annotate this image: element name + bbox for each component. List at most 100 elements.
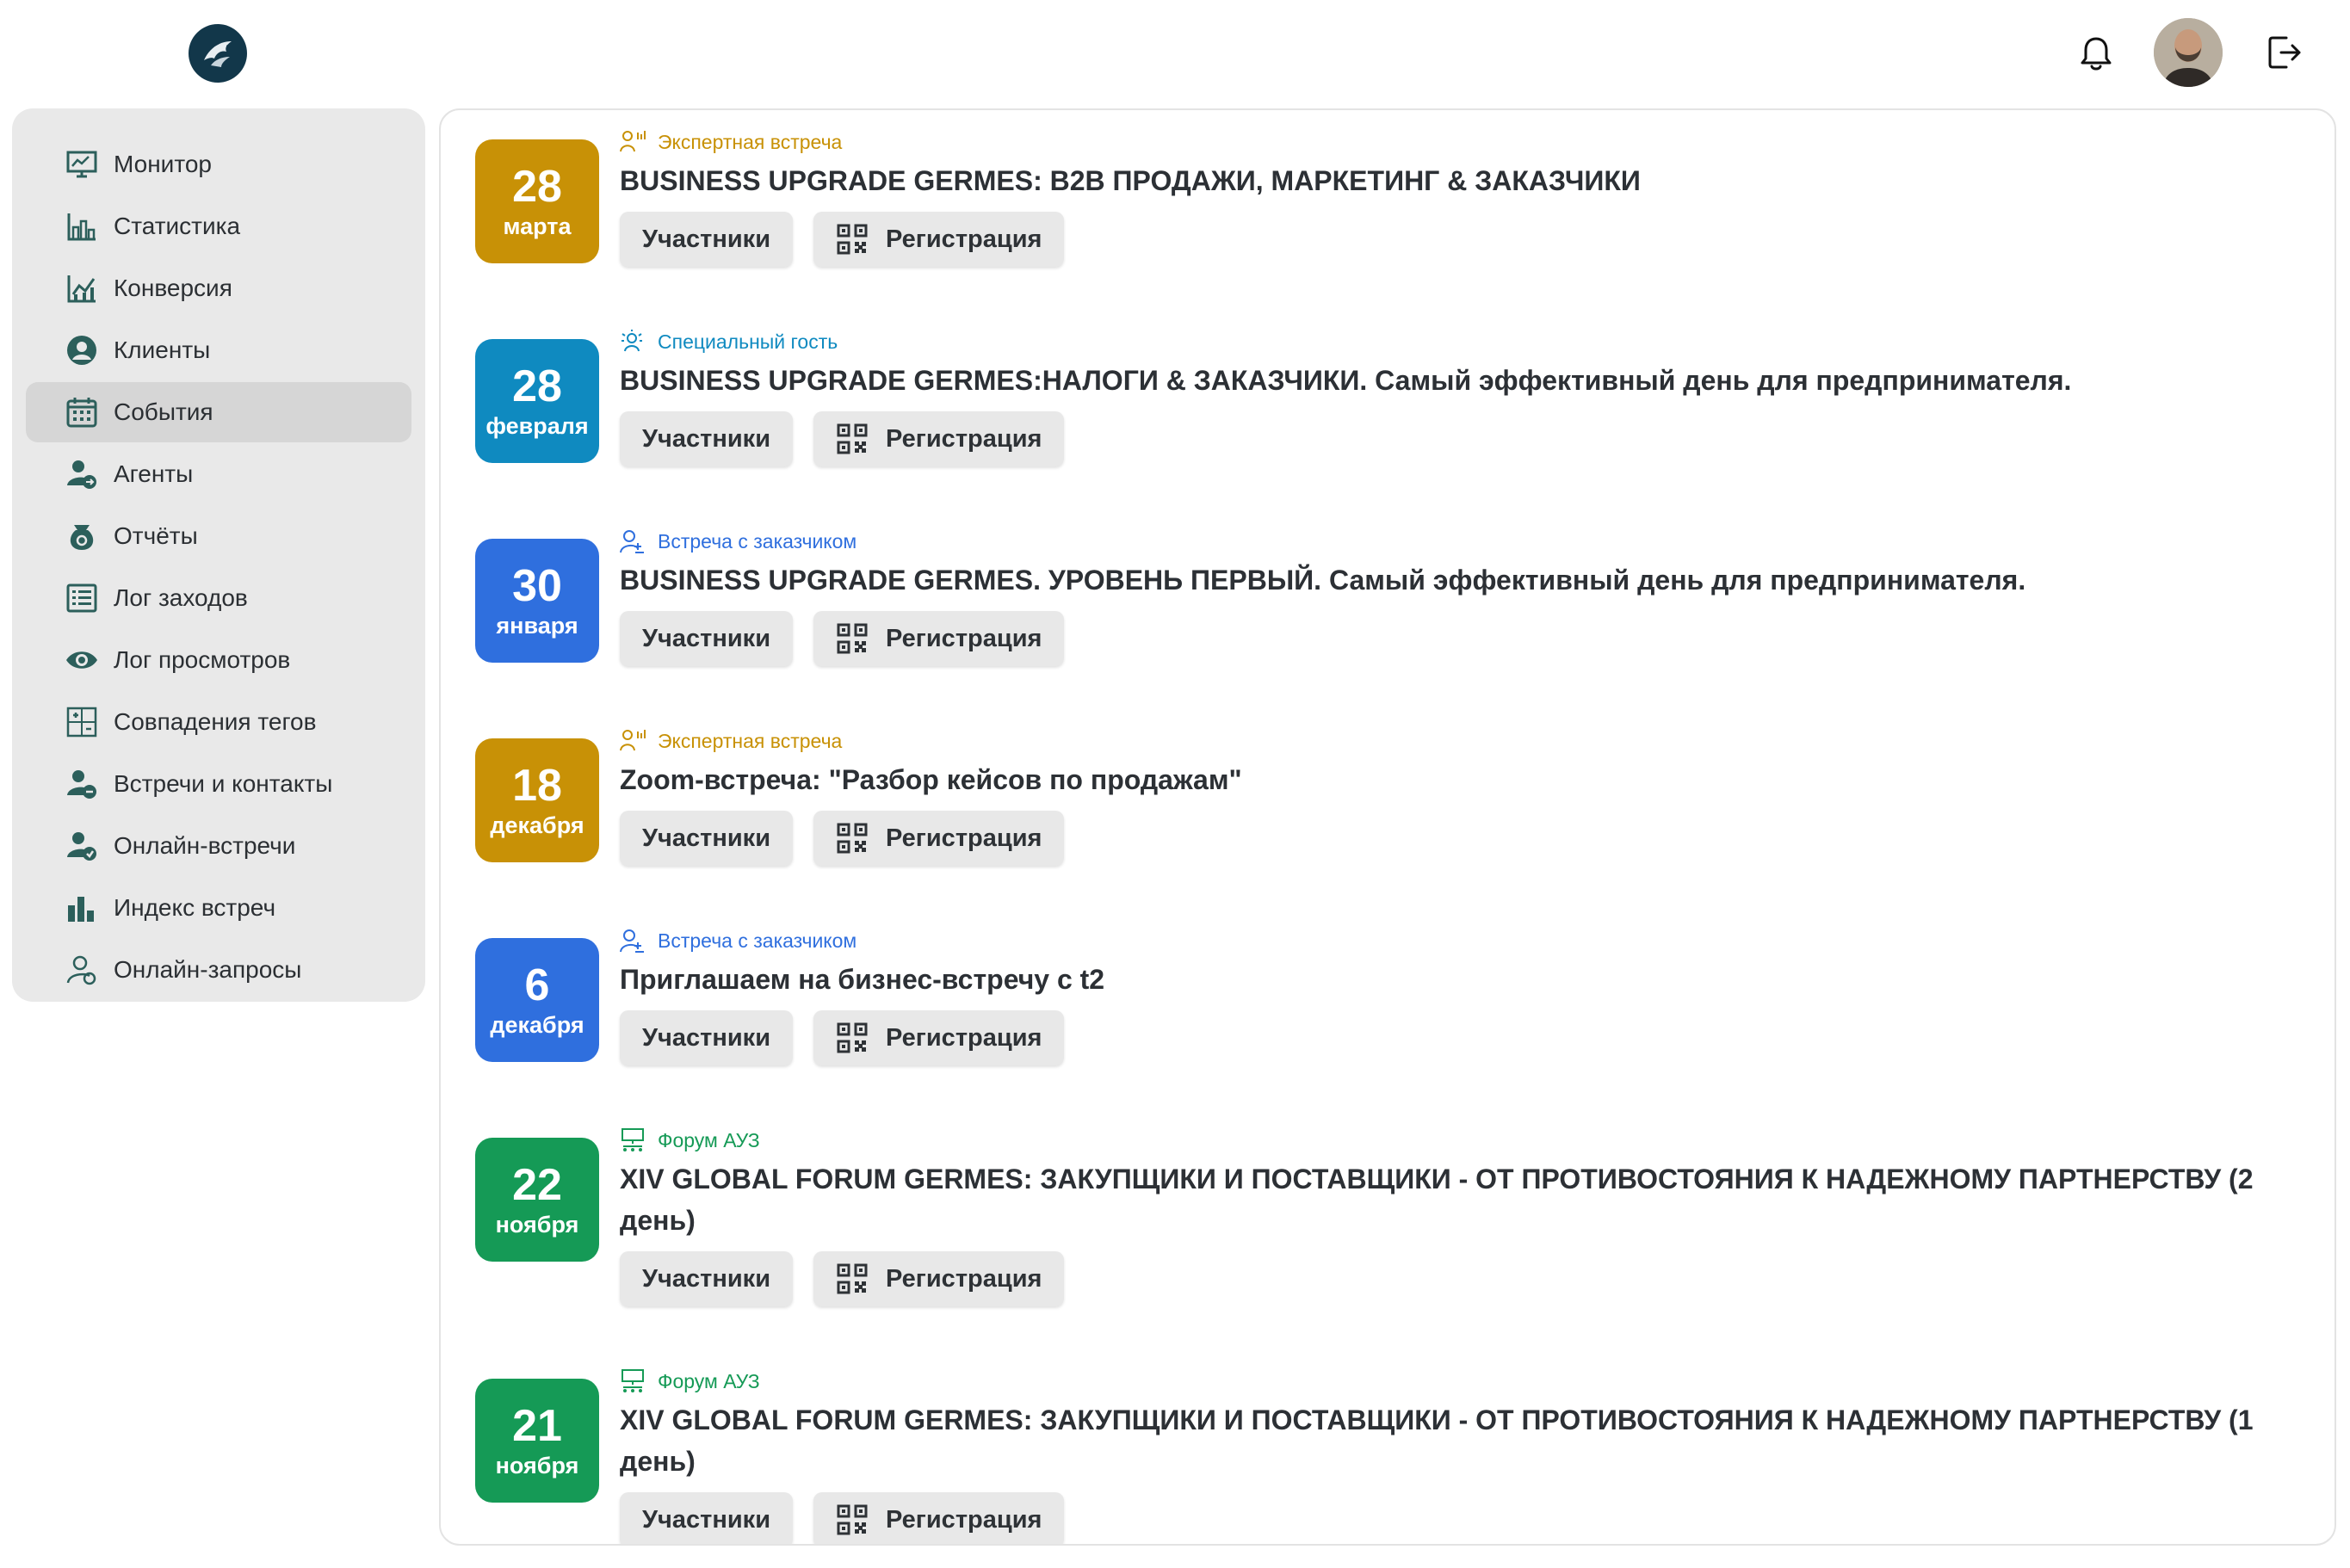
participants-button[interactable]: Участники xyxy=(620,1492,794,1544)
participants-button-label: Участники xyxy=(642,824,771,852)
event-type-label: Форум АУЗ xyxy=(658,1128,760,1151)
event-date-badge[interactable]: 30 января xyxy=(475,539,599,663)
registration-button-label: Регистрация xyxy=(886,1264,1042,1293)
top-bar xyxy=(0,0,2350,108)
participants-button[interactable]: Участники xyxy=(620,811,794,866)
expert-icon xyxy=(620,129,646,155)
sidebar-item-label: Встречи и контакты xyxy=(114,770,333,797)
participants-button[interactable]: Участники xyxy=(620,1010,794,1065)
sidebar-item-label: Лог заходов xyxy=(114,584,248,611)
registration-button[interactable]: Регистрация xyxy=(813,212,1065,267)
qr-code-icon xyxy=(836,1503,869,1536)
event-actions: Участники Регистрация xyxy=(620,411,2316,466)
event-body: Экспертная встреча BUSINESS UPGRADE GERME… xyxy=(620,127,2316,267)
sidebar-item-label: Отчёты xyxy=(114,522,198,549)
event-title[interactable]: BUSINESS UPGRADE GERMES: B2B ПРОДАЖИ, МА… xyxy=(620,160,2316,201)
registration-button[interactable]: Регистрация xyxy=(813,1251,1065,1306)
sidebar-item-4[interactable]: Клиенты xyxy=(26,320,411,380)
event-type: Форум АУЗ xyxy=(620,1126,2316,1155)
registration-button[interactable]: Регистрация xyxy=(813,611,1065,666)
sidebar-item-6[interactable]: Агенты xyxy=(26,444,411,504)
event-type-label: Встреча с заказчиком xyxy=(658,929,857,952)
event-type: Специальный гость xyxy=(620,327,2316,356)
registration-button[interactable]: Регистрация xyxy=(813,811,1065,866)
sidebar-item-5[interactable]: События xyxy=(26,382,411,442)
meetings-icon xyxy=(64,766,100,802)
participants-button[interactable]: Участники xyxy=(620,212,794,267)
participants-button[interactable]: Участники xyxy=(620,411,794,466)
sidebar-item-7[interactable]: Отчёты xyxy=(26,506,411,566)
participants-button[interactable]: Участники xyxy=(620,611,794,666)
event-body: Форум АУЗ XIV GLOBAL FORUM GERMES: ЗАКУПЩ… xyxy=(620,1367,2316,1544)
event-title[interactable]: BUSINESS UPGRADE GERMES:НАЛОГИ & ЗАКАЗЧИ… xyxy=(620,360,2316,401)
sidebar-item-8[interactable]: Лог заходов xyxy=(26,568,411,628)
avatar[interactable] xyxy=(2154,18,2223,87)
sidebar: Монитор Статистика Конверсия Клиенты События… xyxy=(12,108,425,1002)
germes-logo-icon[interactable] xyxy=(189,24,247,83)
event-month: января xyxy=(496,612,578,639)
event-title[interactable]: XIV GLOBAL FORUM GERMES: ЗАКУПЩИКИ И ПОС… xyxy=(620,1158,2316,1241)
event-date-badge[interactable]: 28 февраля xyxy=(475,339,599,463)
bell-icon[interactable] xyxy=(2076,33,2116,74)
event-title[interactable]: Zoom-встреча: "Разбор кейсов по продажам… xyxy=(620,759,2316,800)
event-date-badge[interactable]: 6 декабря xyxy=(475,938,599,1062)
logout-icon[interactable] xyxy=(2264,31,2305,74)
event-title[interactable]: BUSINESS UPGRADE GERMES. УРОВЕНЬ ПЕРВЫЙ.… xyxy=(620,559,2316,601)
events-list: 28 марта Экспертная встреча BUSINESS UPGRAD… xyxy=(439,108,2336,1546)
online-requests-icon xyxy=(64,952,100,988)
participants-button[interactable]: Участники xyxy=(620,1251,794,1306)
registration-button[interactable]: Регистрация xyxy=(813,1010,1065,1065)
event-date-badge[interactable]: 22 ноября xyxy=(475,1138,599,1262)
event-date-badge[interactable]: 18 декабря xyxy=(475,738,599,862)
event-type-label: Встреча с заказчиком xyxy=(658,529,857,553)
sidebar-item-label: Агенты xyxy=(114,460,194,487)
client-meeting-icon xyxy=(620,528,646,554)
statistics-icon xyxy=(64,208,100,244)
eye-icon xyxy=(64,642,100,678)
event-actions: Участники Регистрация xyxy=(620,1251,2316,1306)
sidebar-item-label: Конверсия xyxy=(114,275,232,301)
registration-button[interactable]: Регистрация xyxy=(813,1492,1065,1544)
conversion-icon xyxy=(64,270,100,306)
event-title[interactable]: Приглашаем на бизнес-встречу с t2 xyxy=(620,959,2316,1000)
sidebar-item-9[interactable]: Лог просмотров xyxy=(26,630,411,690)
event-type: Экспертная встреча xyxy=(620,726,2316,756)
sidebar-item-13[interactable]: Индекс встреч xyxy=(26,878,411,938)
qr-code-icon xyxy=(836,223,869,256)
event-body: Встреча с заказчиком Приглашаем на бизнес… xyxy=(620,926,2316,1065)
registration-button-label: Регистрация xyxy=(886,1023,1042,1052)
event-date-badge[interactable]: 28 марта xyxy=(475,139,599,263)
sidebar-item-11[interactable]: Встречи и контакты xyxy=(26,754,411,814)
monitor-icon xyxy=(64,146,100,182)
sidebar-item-3[interactable]: Конверсия xyxy=(26,258,411,318)
event-actions: Участники Регистрация xyxy=(620,1492,2316,1544)
event-type-label: Экспертная встреча xyxy=(658,729,843,752)
participants-button-label: Участники xyxy=(642,1505,771,1534)
event-title[interactable]: XIV GLOBAL FORUM GERMES: ЗАКУПЩИКИ И ПОС… xyxy=(620,1399,2316,1482)
sidebar-item-12[interactable]: Онлайн-встречи xyxy=(26,816,411,876)
sidebar-item-2[interactable]: Статистика xyxy=(26,196,411,256)
event-date-badge[interactable]: 21 ноября xyxy=(475,1379,599,1503)
event-body: Экспертная встреча Zoom-встреча: "Разбор … xyxy=(620,726,2316,866)
sidebar-item-14[interactable]: Онлайн-запросы xyxy=(26,940,411,1000)
event-type: Встреча с заказчиком xyxy=(620,527,2316,556)
sidebar-item-label: Лог просмотров xyxy=(114,646,291,673)
sidebar-item-label: События xyxy=(114,398,213,425)
event-type: Экспертная встреча xyxy=(620,127,2316,157)
sidebar-item-label: Индекс встреч xyxy=(114,894,276,921)
sidebar-item-10[interactable]: Совпадения тегов xyxy=(26,692,411,752)
event-month: марта xyxy=(503,213,572,239)
bar-chart-icon xyxy=(64,890,100,926)
event-body: Встреча с заказчиком BUSINESS UPGRADE GER… xyxy=(620,527,2316,666)
qr-code-icon xyxy=(836,622,869,655)
participants-button-label: Участники xyxy=(642,1264,771,1293)
registration-button[interactable]: Регистрация xyxy=(813,411,1065,466)
sidebar-item-label: Статистика xyxy=(114,213,241,239)
qr-code-icon xyxy=(836,1022,869,1054)
sidebar-item-1[interactable]: Монитор xyxy=(26,134,411,194)
event-actions: Участники Регистрация xyxy=(620,212,2316,267)
calendar-icon xyxy=(64,394,100,430)
event-day: 21 xyxy=(512,1400,562,1451)
event-month: декабря xyxy=(490,1011,584,1038)
registration-button-label: Регистрация xyxy=(886,225,1042,253)
